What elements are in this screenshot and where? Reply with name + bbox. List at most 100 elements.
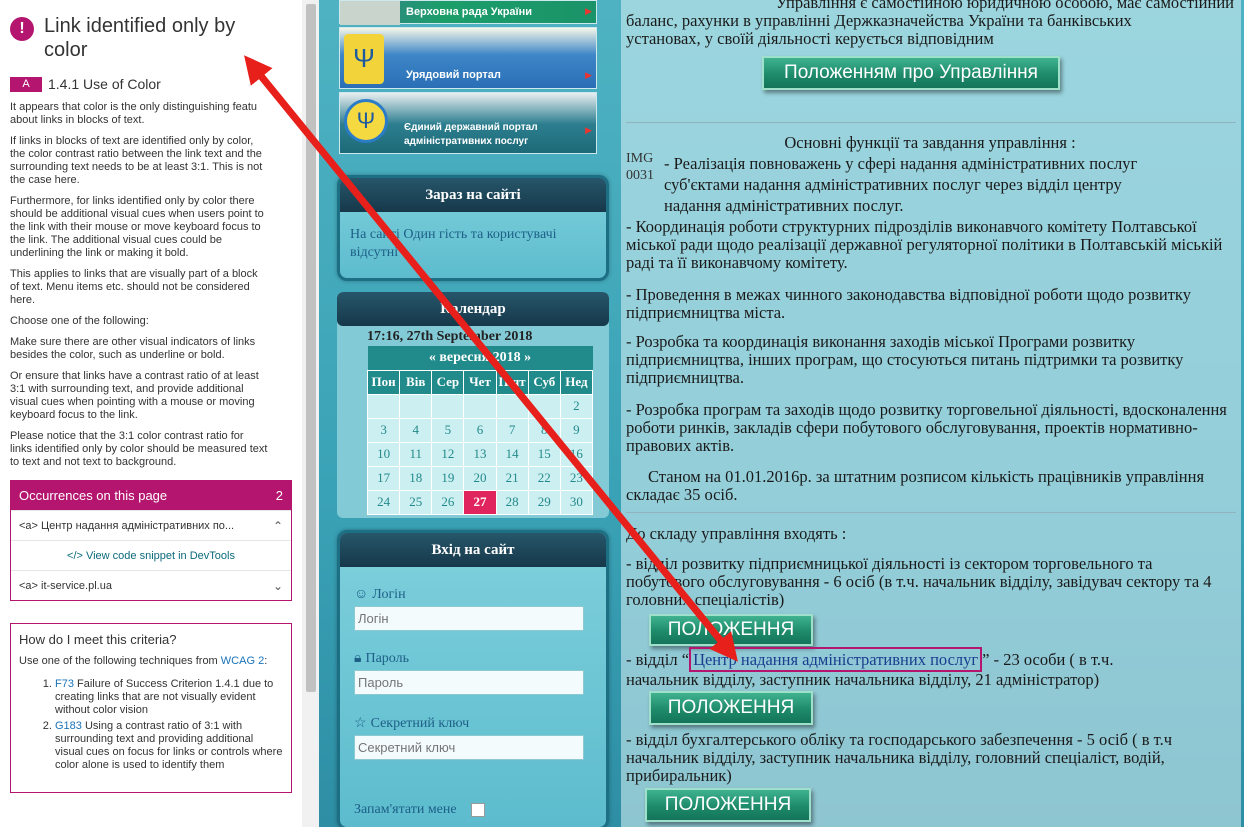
calendar-day[interactable]: 22 xyxy=(527,465,561,491)
calendar-day[interactable]: 20 xyxy=(463,465,497,491)
occurrences-label: Occurrences on this page xyxy=(19,488,168,503)
chevron-down-icon[interactable]: ⌄ xyxy=(273,579,283,593)
calendar-week-row: 24 25 26 27 28 29 30 xyxy=(366,489,594,515)
remember-me-row[interactable]: Запам'ятати мене xyxy=(340,802,606,818)
department-item: - відділ бухгалтерського обліку та госпо… xyxy=(626,730,1173,785)
wcag-link[interactable]: WCAG 2 xyxy=(221,655,264,667)
login-input[interactable] xyxy=(354,606,584,631)
password-input[interactable] xyxy=(354,670,584,695)
regulation-button-1[interactable]: ПОЛОЖЕННЯ xyxy=(649,614,813,646)
calendar-day[interactable]: 25 xyxy=(399,489,433,515)
occurrences-box: Occurrences on this page 2 <a> Центр над… xyxy=(10,480,292,601)
function-line: надання адміністративних послуг. xyxy=(664,196,904,215)
regulation-button-2[interactable]: ПОЛОЖЕННЯ xyxy=(649,691,813,725)
calendar-day[interactable]: 11 xyxy=(399,441,433,467)
calendar-day[interactable]: 5 xyxy=(431,417,465,443)
calendar-day[interactable]: 30 xyxy=(559,489,594,515)
dept-suffix: ” - 23 особи ( в т.ч. xyxy=(982,650,1114,669)
calendar-empty-cell xyxy=(399,393,433,419)
calendar-day[interactable]: 14 xyxy=(495,441,529,467)
functions-title: Основні функції та завдання управління : xyxy=(784,133,1076,152)
remember-me-checkbox[interactable] xyxy=(470,803,485,817)
banner-label: Урядовий портал xyxy=(406,69,501,81)
banner-label: Єдиний державний портал адміністративних… xyxy=(404,122,538,147)
calendar-day[interactable]: 15 xyxy=(527,441,561,467)
calendar-day[interactable]: 24 xyxy=(366,489,401,515)
calendar-week-row: 10 11 12 13 14 15 16 xyxy=(366,441,594,467)
regulation-button-3[interactable]: ПОЛОЖЕННЯ xyxy=(645,788,811,822)
calendar-day[interactable]: 16 xyxy=(559,441,594,467)
occurrence-item[interactable]: <a> Центр надання адміністративних по...… xyxy=(11,510,291,540)
regulation-button[interactable]: Положенням про Управління xyxy=(762,56,1060,90)
banner-uriadovyi-portal[interactable]: Ψ Урядовий портал ▶ xyxy=(339,27,597,89)
calendar-day[interactable]: 28 xyxy=(495,489,529,515)
intro-line: баланс, рахунки в управлінні Держказначе… xyxy=(626,11,1132,30)
banner-verkhovna-rada[interactable]: Верховна рада України ▶ xyxy=(339,0,597,25)
desc-line: visual cues when pointing with a mouse o… xyxy=(10,396,255,408)
secret-label-text: Секретний ключ xyxy=(370,715,470,731)
calendar-day[interactable]: 10 xyxy=(366,441,401,467)
calendar-today[interactable]: 27 xyxy=(463,489,497,515)
arrow-right-icon: ▶ xyxy=(585,70,592,80)
desc-line: here. xyxy=(10,294,36,306)
how-intro-tail: : xyxy=(264,655,268,667)
calendar-day[interactable]: 3 xyxy=(366,417,401,443)
calendar-day[interactable]: 9 xyxy=(559,417,594,443)
chevron-up-icon[interactable]: ⌃ xyxy=(273,519,283,533)
calendar-month-nav[interactable]: « вересня 2018 » xyxy=(367,346,593,370)
technique-link[interactable]: G183 xyxy=(55,720,82,732)
secret-key-input[interactable] xyxy=(354,735,584,760)
secret-label: ☆ Секретний ключ xyxy=(354,715,606,732)
scrollbar-thumb[interactable] xyxy=(306,4,316,692)
calendar-day[interactable]: 21 xyxy=(495,465,529,491)
how-intro-text: Use one of the following techniques from xyxy=(19,655,218,667)
online-now-module: Зараз на сайті На сайті Один гість та ко… xyxy=(337,175,609,281)
techniques-list: F73 Failure of Success Criterion 1.4.1 d… xyxy=(19,678,283,772)
occurrence-item[interactable]: <a> it-service.pl.ua ⌄ xyxy=(11,570,291,600)
desc-line: It appears that color is the only distin… xyxy=(10,101,258,113)
parliament-image xyxy=(340,1,400,25)
calendar-empty-cell xyxy=(527,393,561,419)
how-intro: Use one of the following techniques from… xyxy=(19,655,283,668)
function-item: - Координація роботи структурних підрозд… xyxy=(626,217,1223,272)
desc-line: besides the color, such as underline or … xyxy=(10,349,225,361)
password-label-text: Пароль xyxy=(365,651,409,666)
banner-admin-services-portal[interactable]: Ψ Єдиний державний портал адміністративн… xyxy=(339,92,597,154)
accessibility-issue-panel: ! Link identified only by color A 1.4.1 … xyxy=(0,0,302,827)
desc-line: Or ensure that links have a contrast rat… xyxy=(10,370,259,382)
warning-icon: ! xyxy=(10,17,34,41)
calendar-day[interactable]: 13 xyxy=(463,441,497,467)
login-field-group: ☺ Логін xyxy=(340,587,606,631)
calendar-day[interactable]: 6 xyxy=(463,417,497,443)
view-code-snippet-link[interactable]: </> View code snippet in DevTools xyxy=(11,540,291,570)
calendar-day[interactable]: 17 xyxy=(366,465,401,491)
desc-line: keyboard focus to the link. xyxy=(10,409,138,421)
desc-line: the link with their mouse or move keyboa… xyxy=(10,221,261,233)
password-field-group: 🔒︎ Пароль xyxy=(340,651,606,695)
occurrences-header[interactable]: Occurrences on this page 2 xyxy=(11,481,291,510)
calendar-day[interactable]: 2 xyxy=(559,393,594,419)
calendar-day[interactable]: 4 xyxy=(399,417,433,443)
staff-count: Станом на 01.01.2016р. за штатним розпис… xyxy=(626,467,1205,504)
panel-scrollbar[interactable] xyxy=(302,0,319,827)
calendar-day[interactable]: 19 xyxy=(431,465,465,491)
technique-item: F73 Failure of Success Criterion 1.4.1 d… xyxy=(55,678,283,717)
level-badge: A xyxy=(10,76,42,92)
banner-label: Верховна рада України xyxy=(406,6,533,18)
calendar-day[interactable]: 8 xyxy=(527,417,561,443)
calendar-day[interactable]: 7 xyxy=(495,417,529,443)
calendar-day[interactable]: 12 xyxy=(431,441,465,467)
login-title: Вхід на сайт xyxy=(340,533,606,567)
divider xyxy=(626,512,1236,513)
technique-link[interactable]: F73 xyxy=(55,678,74,690)
calendar-day[interactable]: 23 xyxy=(559,465,594,491)
criterion-row: A 1.4.1 Use of Color xyxy=(0,76,302,92)
online-now-text: На сайті Один гість та користувачі відсу… xyxy=(350,227,557,260)
issue-description: It appears that color is the only distin… xyxy=(0,101,302,469)
calendar-datetime: 17:16, 27th September 2018 xyxy=(367,329,533,344)
calendar-table: « вересня 2018 » Пон Вів Сер Чет П'ят Суб Нед … xyxy=(366,346,594,515)
calendar-day[interactable]: 18 xyxy=(399,465,433,491)
calendar-day[interactable]: 26 xyxy=(431,489,465,515)
calendar-day[interactable]: 29 xyxy=(527,489,561,515)
admin-services-center-link[interactable]: Центр надання адміністративних послуг xyxy=(689,647,983,672)
